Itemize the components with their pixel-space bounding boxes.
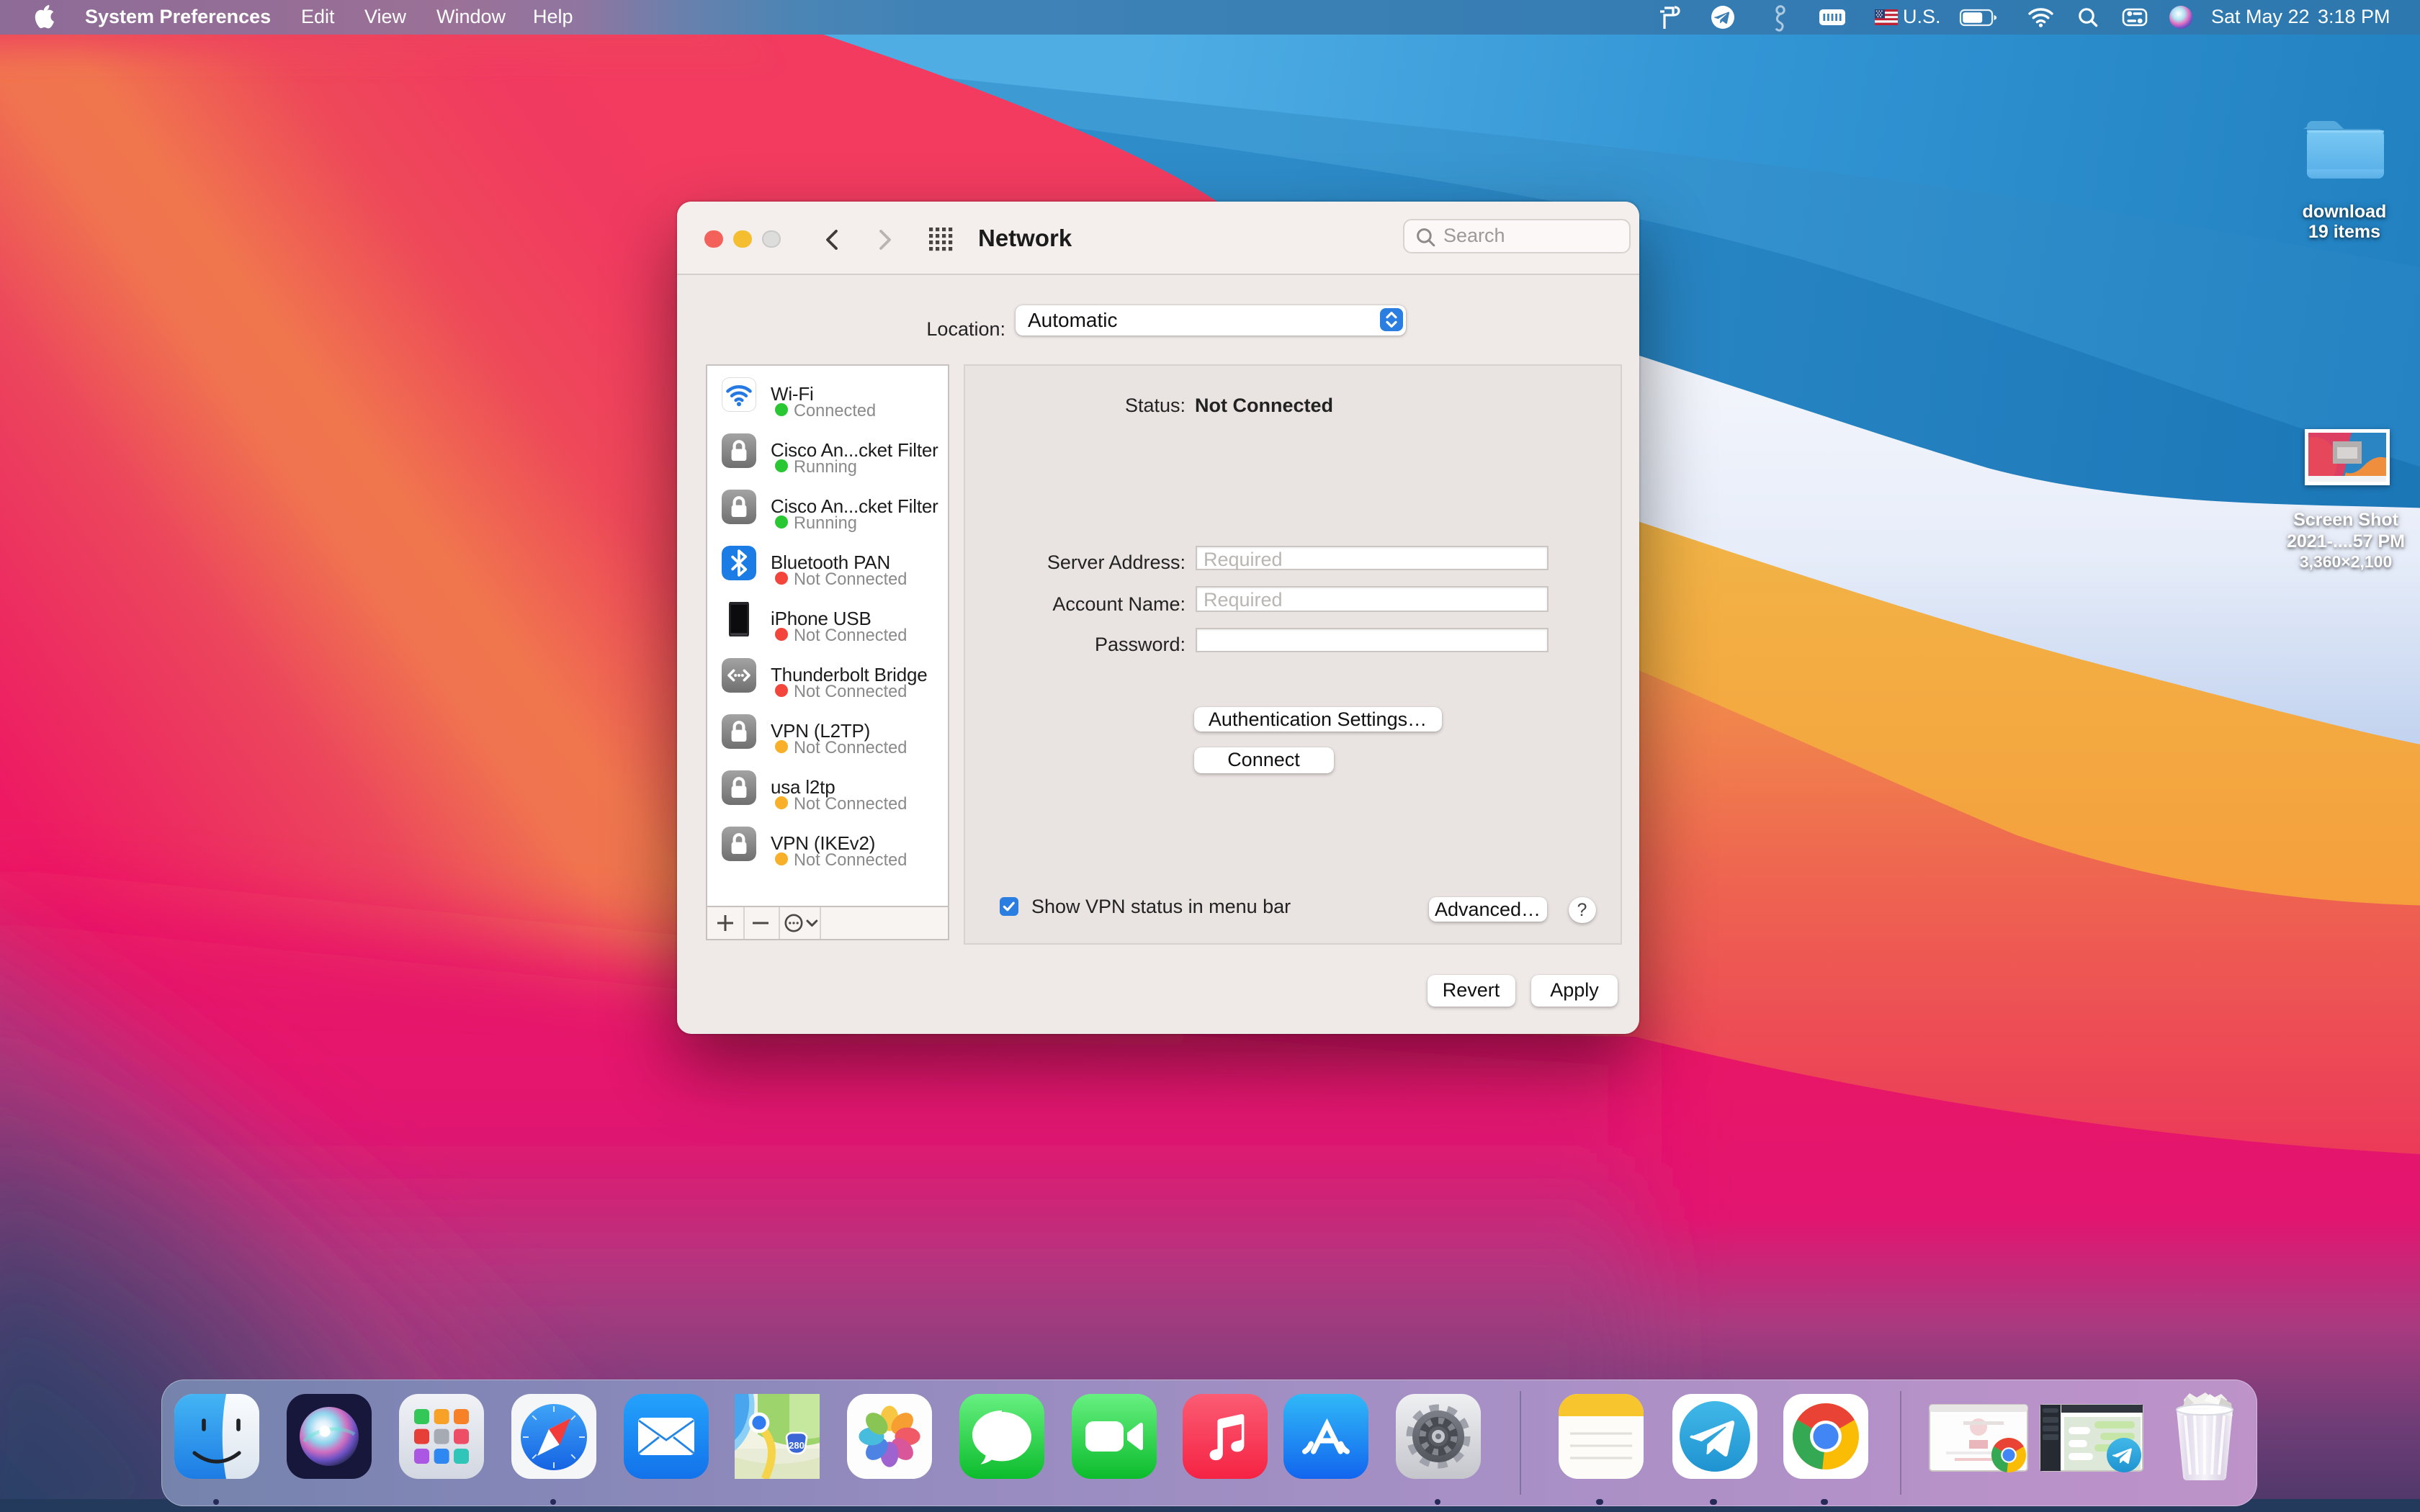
svg-text:280: 280 (789, 1440, 805, 1451)
